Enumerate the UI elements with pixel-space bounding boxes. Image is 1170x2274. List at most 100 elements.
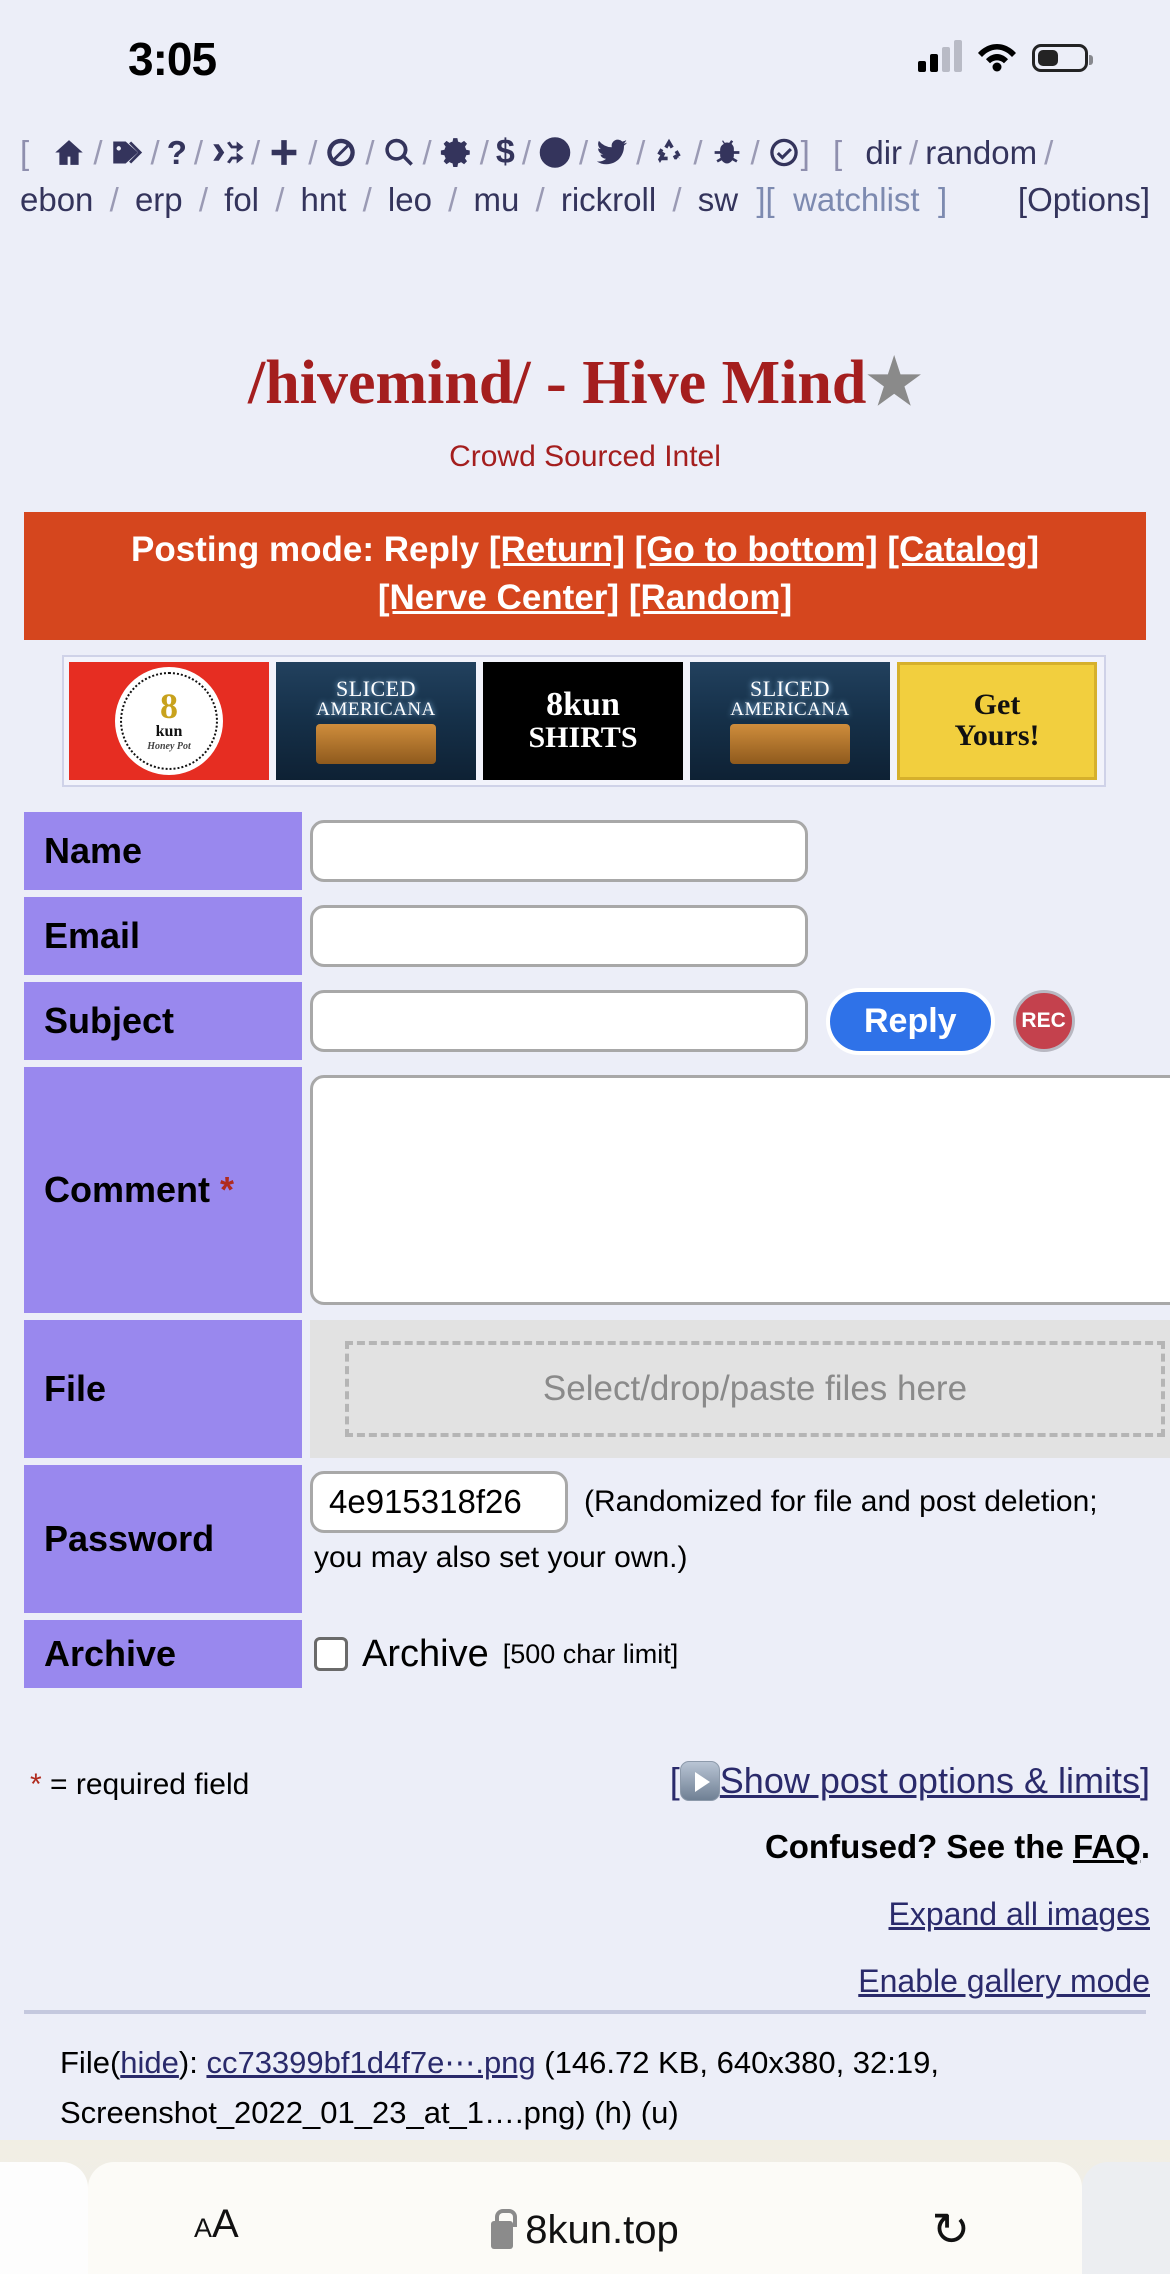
sa2-line1: SLICED <box>750 675 830 701</box>
nav-home-link[interactable] <box>52 129 86 176</box>
nav-faq-link[interactable]: ? <box>167 129 187 176</box>
8kun-shirts-banner[interactable]: 8kun SHIRTS <box>483 662 683 780</box>
board-link-ebon[interactable]: ebon <box>20 181 93 218</box>
form-row-subject: Subject Reply REC <box>24 982 1146 1060</box>
board-nav: [ / / ? / / / / / / $ / / / / /] [dir … <box>0 128 1170 223</box>
nav-ban-link[interactable] <box>324 129 358 176</box>
shuffle-icon <box>213 141 244 163</box>
nav-add-link[interactable] <box>267 129 301 176</box>
password-input[interactable]: 4e915318f26 <box>310 1471 568 1533</box>
divider <box>24 2010 1146 2014</box>
safari-prev-tab[interactable] <box>0 2162 88 2274</box>
watchlist-link[interactable]: watchlist <box>793 181 920 218</box>
comment-required-star: * <box>220 1169 235 1210</box>
board-link-hnt[interactable]: hnt <box>301 181 347 218</box>
faq-link[interactable]: FAQ <box>1073 1828 1141 1865</box>
nav-donate-link[interactable]: $ <box>496 128 515 176</box>
email-input[interactable] <box>310 905 808 967</box>
subject-label: Subject <box>24 982 302 1060</box>
sa1-line1: SLICED <box>336 675 416 701</box>
safari-next-tab[interactable] <box>1082 2162 1170 2274</box>
sa1-image <box>316 724 436 765</box>
go-to-bottom-link[interactable]: [Go to bottom] <box>635 530 878 569</box>
safari-address-card[interactable]: AAAA 8kun.top ↻ <box>88 2162 1082 2274</box>
hide-link[interactable]: hide <box>120 2045 179 2080</box>
board-link-random[interactable]: random <box>925 129 1037 176</box>
board-link-leo[interactable]: leo <box>388 181 432 218</box>
sa1-line2: AMERICANA <box>316 698 436 720</box>
show-options-open-bracket: [ <box>669 1760 680 1801</box>
board-link-sw[interactable]: sw <box>698 181 738 218</box>
sliced-americana-banner-2[interactable]: SLICED AMERICANA <box>690 662 890 780</box>
comment-label: Comment * <box>24 1067 302 1313</box>
nav-search-link[interactable] <box>382 129 416 176</box>
cellular-signal-icon <box>918 40 962 72</box>
board-link-erp[interactable]: erp <box>135 181 183 218</box>
form-row-archive: Archive Archive [500 char limit] <box>24 1620 1146 1688</box>
star-icon: ★ <box>866 349 922 417</box>
nav-tags-link[interactable] <box>110 129 144 176</box>
enable-gallery-mode-link[interactable]: Enable gallery mode <box>858 1963 1150 1999</box>
group-open-bracket: [ <box>833 133 843 171</box>
reply-button[interactable]: Reply <box>826 987 995 1055</box>
recycle-icon <box>657 138 682 163</box>
battery-icon <box>1032 44 1093 72</box>
home-icon <box>55 139 84 165</box>
random-link[interactable]: [Random] <box>629 578 792 617</box>
required-field-note: * = required field <box>30 1768 249 1802</box>
archive-char-limit: [500 char limit] <box>502 1638 679 1669</box>
reload-button[interactable]: ↻ <box>931 2202 970 2256</box>
tags-icon <box>112 141 142 163</box>
nav-shuffle-link[interactable] <box>210 129 244 176</box>
sliced-americana-banner-1[interactable]: SLICED AMERICANA <box>276 662 476 780</box>
file-drop-text: Select/drop/paste files here <box>345 1341 1165 1437</box>
nav-verified-link[interactable] <box>767 129 801 176</box>
posting-mode-bar: Posting mode: Reply [Return] [Go to bott… <box>24 512 1146 640</box>
archive-checkbox-label: Archive <box>362 1632 489 1675</box>
board-link-rickroll[interactable]: rickroll <box>561 181 656 218</box>
password-label: Password <box>24 1465 302 1613</box>
safari-toolbar: AAAA 8kun.top ↻ <box>0 2140 1170 2274</box>
nav-recycle-link[interactable] <box>652 129 686 176</box>
expand-all-images-link[interactable]: Expand all images <box>889 1896 1150 1932</box>
name-input[interactable] <box>310 820 808 882</box>
file-drop-zone[interactable]: Select/drop/paste files here <box>310 1320 1170 1458</box>
post-filename-link[interactable]: cc73399bf1d4f7e⋯.png <box>206 2045 535 2080</box>
rec-button[interactable]: REC <box>1012 990 1075 1052</box>
expand-images-row: Expand all images <box>670 1896 1150 1933</box>
nav-theme-link[interactable] <box>538 129 572 176</box>
twitter-icon <box>597 139 628 164</box>
nav-settings-link[interactable] <box>439 129 473 176</box>
comment-textarea[interactable] <box>310 1075 1170 1305</box>
file-prefix: File <box>60 2045 110 2080</box>
confused-text: Confused? See the <box>764 1828 1064 1865</box>
gallery-mode-row: Enable gallery mode <box>670 1963 1150 2000</box>
hide-open-paren: ( <box>109 2045 121 2080</box>
post-file-details-line2: Screenshot_2022_01_23_at_1….png) (h) (u) <box>60 2095 679 2130</box>
nerve-center-link[interactable]: [Nerve Center] <box>378 578 619 617</box>
file-label: File <box>24 1320 302 1458</box>
show-post-options-link[interactable]: Show post options & limits <box>720 1760 1140 1801</box>
return-link[interactable]: [Return] <box>489 530 625 569</box>
shirts-line2: SHIRTS <box>528 721 638 755</box>
board-link-dir[interactable]: dir <box>865 129 902 176</box>
get-yours-banner[interactable]: Get Yours! <box>897 662 1097 780</box>
options-link[interactable]: [Options] <box>1018 176 1150 223</box>
board-link-fol[interactable]: fol <box>224 181 259 218</box>
board-title-text: /hivemind/ - Hive Mind <box>248 349 867 417</box>
board-link-mu[interactable]: mu <box>473 181 519 218</box>
confused-row: Confused? See the FAQ. <box>670 1828 1150 1866</box>
required-note-text: = required field <box>50 1768 250 1801</box>
nav-twitter-link[interactable] <box>595 129 629 176</box>
nav-bugreport-link[interactable] <box>710 129 744 176</box>
subject-input[interactable] <box>310 990 808 1052</box>
8kun-honey-banner[interactable]: 8 kun Honey Pot <box>69 662 269 780</box>
url-text: 8kun.top <box>525 2208 679 2252</box>
nav-close-bracket: ] <box>800 133 810 171</box>
adjust-icon <box>539 136 571 168</box>
archive-label: Archive <box>24 1620 302 1688</box>
catalog-link[interactable]: [Catalog] <box>887 530 1039 569</box>
post-file-details-line1: (146.72 KB, 640x380, 32:19, <box>544 2045 939 2080</box>
footer-links: [Show post options & limits] Confused? S… <box>670 1760 1150 2000</box>
archive-checkbox[interactable] <box>314 1637 348 1671</box>
